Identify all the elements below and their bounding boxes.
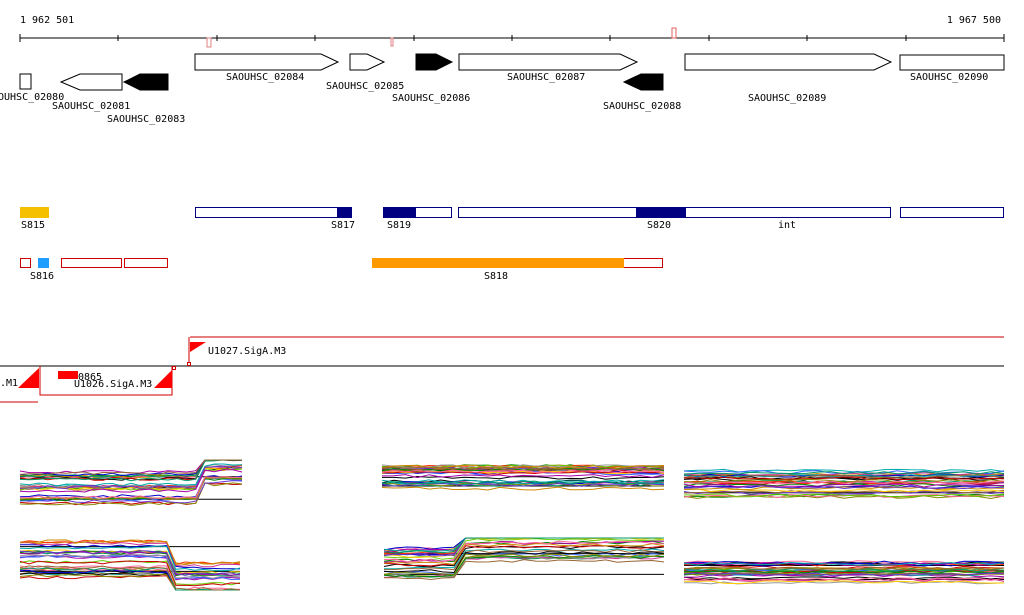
expression-panels [19, 459, 1005, 591]
gene-saouhsc-02087[interactable]: SAOUHSC_02087 [458, 53, 639, 83]
expression-trace [381, 486, 665, 491]
feature-label: S819 [387, 220, 411, 231]
ruler: 1 962 501 1 967 500 [19, 15, 1005, 48]
feature-label: S817 [331, 220, 355, 231]
ruler-end-label: 1 967 500 [947, 15, 1001, 26]
gene-label: SAOUHSC_02083 [107, 114, 185, 125]
ruler-marker [390, 37, 394, 47]
gene-label: SAOUHSC_02084 [226, 72, 304, 83]
junction-marker [172, 366, 176, 370]
gene-saouhsc-02084[interactable]: SAOUHSC_02084 [194, 53, 340, 83]
junction-marker [187, 362, 191, 366]
gene-label: SAOUHSC_02087 [507, 72, 585, 83]
feature-label: S818 [484, 271, 508, 282]
feature-s820[interactable]: S820 [458, 207, 891, 231]
gene-saouhsc-02080[interactable]: OUHSC_02080 [0, 73, 64, 103]
promoter-u1027[interactable]: U1027.SigA.M3 [190, 342, 286, 357]
gene-label: SAOUHSC_02090 [910, 72, 988, 83]
expression-panel [383, 537, 665, 581]
feature-region[interactable] [900, 207, 1004, 218]
expression-trace [382, 475, 665, 480]
feature-label: S816 [30, 271, 54, 282]
feature-int-label: int [778, 220, 796, 231]
expression-panel [19, 459, 243, 506]
feature-s816[interactable]: S816 [30, 258, 54, 282]
ruler-marker [206, 37, 212, 48]
gene-label: SAOUHSC_02085 [326, 81, 404, 92]
expression-panel [683, 560, 1005, 585]
gene-track: OUHSC_02080 SAOUHSC_02081 SAOUHSC_02083 … [0, 53, 1005, 125]
feature-track-red: S816 S818 [20, 258, 663, 282]
genome-browser: 1 962 501 1 967 500 OUHSC_02080 SAOUHSC_… [0, 0, 1024, 611]
gene-saouhsc-02085[interactable]: SAOUHSC_02085 [326, 53, 404, 92]
expression-panel [381, 464, 665, 491]
ruler-marker [671, 27, 677, 39]
gene-label: SAOUHSC_02088 [603, 101, 681, 112]
gene-saouhsc-02088[interactable]: SAOUHSC_02088 [603, 73, 681, 112]
promoter-label: U1027.SigA.M3 [208, 346, 286, 357]
feature-s817[interactable]: S817 [195, 207, 356, 231]
feature-s818[interactable]: S818 [372, 258, 663, 282]
promoter-label: .M1 [0, 378, 18, 389]
gene-saouhsc-02089[interactable]: SAOUHSC_02089 [684, 53, 893, 104]
promoter-label: U1026.SigA.M3 [74, 379, 152, 390]
promoter-track: U1027.SigA.M3 .M1 0865 U1026.SigA.M3 [0, 336, 1004, 403]
feature-region[interactable] [20, 258, 31, 268]
feature-label: S815 [21, 220, 45, 231]
feature-s819[interactable]: S819 [383, 207, 452, 231]
gene-label: SAOUHSC_02081 [52, 101, 130, 112]
feature-track-blue: S815 S817 S819 S820 int [20, 207, 1004, 231]
gene-label: SAOUHSC_02089 [748, 93, 826, 104]
gene-saouhsc-02090[interactable]: SAOUHSC_02090 [899, 54, 1005, 83]
feature-s815[interactable]: S815 [20, 207, 49, 231]
feature-region[interactable] [61, 258, 122, 268]
expression-panel [19, 539, 241, 591]
expression-panel [683, 468, 1005, 500]
promoter-m1[interactable]: .M1 [0, 368, 39, 403]
gene-label: SAOUHSC_02086 [392, 93, 470, 104]
ruler-start-label: 1 962 501 [20, 15, 74, 26]
feature-label: S820 [647, 220, 671, 231]
feature-region[interactable] [124, 258, 168, 268]
